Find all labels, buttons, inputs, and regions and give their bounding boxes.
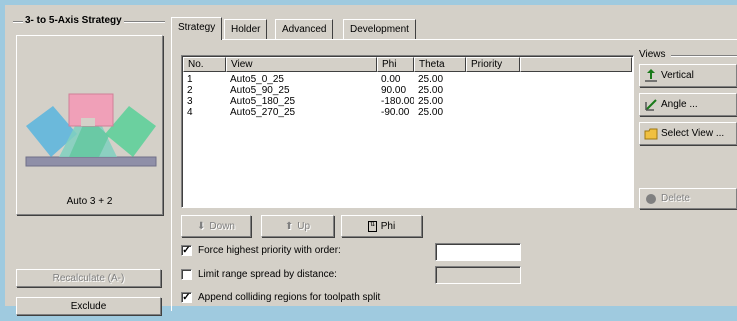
strategy-preview-button[interactable]: Auto 3 + 2 bbox=[16, 35, 163, 215]
views-list-header: No. View Phi Theta Priority bbox=[183, 57, 632, 72]
tab-strategy[interactable]: Strategy bbox=[171, 17, 223, 40]
sort-icon: ⇅ bbox=[367, 220, 377, 232]
cell-no: 3 bbox=[187, 96, 193, 107]
limit-range-checkbox-row[interactable]: Limit range spread by distance: bbox=[181, 269, 337, 280]
delete-button-label: Delete bbox=[661, 193, 690, 204]
cell-phi: -180.00 bbox=[381, 96, 414, 107]
views-group-divider bbox=[671, 55, 737, 57]
column-header-filler bbox=[520, 57, 632, 72]
column-header-priority[interactable]: Priority bbox=[466, 57, 520, 72]
limit-range-input[interactable] bbox=[435, 266, 521, 284]
table-row[interactable]: 3 Auto5_180_25 -180.00 25.00 bbox=[183, 96, 520, 107]
limit-range-checkbox[interactable] bbox=[181, 269, 192, 280]
strategy-preview-label: Auto 3 + 2 bbox=[66, 196, 113, 207]
auto-3-2-preview-image bbox=[25, 93, 157, 167]
column-header-no[interactable]: No. bbox=[183, 57, 226, 72]
move-down-button[interactable]: ⬇ Down bbox=[181, 215, 251, 237]
cell-no: 1 bbox=[187, 74, 193, 85]
column-header-view[interactable]: View bbox=[226, 57, 377, 72]
append-colliding-checkbox-row[interactable]: ✓ Append colliding regions for toolpath … bbox=[181, 292, 380, 303]
cell-theta: 25.00 bbox=[418, 74, 444, 85]
cell-phi: 0.00 bbox=[381, 74, 401, 85]
views-group-title: Views bbox=[639, 49, 666, 60]
force-priority-label: Force highest priority with order: bbox=[198, 245, 341, 256]
cell-priority bbox=[466, 107, 520, 118]
exclude-button[interactable]: Exclude bbox=[16, 297, 161, 315]
cell-phi: -90.00 bbox=[381, 107, 410, 118]
table-row[interactable]: 2 Auto5_90_25 90.00 25.00 bbox=[183, 85, 520, 96]
cell-theta: 25.00 bbox=[418, 96, 444, 107]
arrow-down-icon: ⬇ bbox=[197, 220, 206, 232]
column-header-theta[interactable]: Theta bbox=[414, 57, 466, 72]
append-colliding-label: Append colliding regions for toolpath sp… bbox=[198, 292, 381, 303]
table-row[interactable]: 1 Auto5_0_25 0.00 25.00 bbox=[183, 74, 520, 85]
sort-phi-label: Phi bbox=[380, 220, 396, 232]
cell-priority bbox=[466, 96, 520, 107]
cell-priority bbox=[466, 74, 520, 85]
cell-priority bbox=[466, 85, 520, 96]
views-list[interactable]: No. View Phi Theta Priority 1 Auto5_0_25… bbox=[181, 55, 634, 208]
column-header-phi[interactable]: Phi bbox=[377, 57, 414, 72]
angle-icon bbox=[644, 98, 658, 112]
vertical-view-icon bbox=[644, 68, 658, 83]
cell-no: 2 bbox=[187, 85, 193, 96]
tab-development[interactable]: Development bbox=[343, 19, 416, 39]
force-priority-checkbox[interactable]: ✓ bbox=[181, 245, 192, 256]
folder-icon bbox=[644, 127, 658, 141]
recalculate-button[interactable]: Recalculate (A-) bbox=[16, 269, 161, 287]
select-view-button-label: Select View ... bbox=[661, 128, 725, 139]
force-priority-checkbox-row[interactable]: ✓ Force highest priority with order: bbox=[181, 245, 341, 256]
cell-view: Auto5_270_25 bbox=[230, 107, 296, 118]
cell-view: Auto5_90_25 bbox=[230, 85, 290, 96]
limit-range-label: Limit range spread by distance: bbox=[198, 269, 337, 280]
vertical-button-label: Vertical bbox=[661, 70, 694, 81]
delete-button[interactable]: Delete bbox=[639, 188, 737, 209]
select-view-button[interactable]: Select View ... bbox=[639, 122, 737, 145]
cell-view: Auto5_180_25 bbox=[230, 96, 296, 107]
angle-button-label: Angle ... bbox=[661, 99, 698, 110]
strategy-group-title: 3- to 5-Axis Strategy bbox=[23, 15, 124, 26]
cell-no: 4 bbox=[187, 107, 193, 118]
angle-button[interactable]: Angle ... bbox=[639, 93, 737, 116]
move-up-button[interactable]: ⬆ Up bbox=[261, 215, 334, 237]
arrow-up-icon: ⬆ bbox=[284, 220, 294, 232]
append-colliding-checkbox[interactable]: ✓ bbox=[181, 292, 192, 303]
strategy-group: 3- to 5-Axis Strategy Auto 3 + 2 Recalcu… bbox=[13, 15, 165, 321]
cell-phi: 90.00 bbox=[381, 85, 407, 96]
move-up-label: Up bbox=[297, 220, 311, 232]
force-priority-input[interactable] bbox=[435, 243, 521, 261]
tab-advanced[interactable]: Advanced bbox=[275, 19, 334, 39]
delete-icon bbox=[644, 192, 658, 206]
cell-theta: 25.00 bbox=[418, 107, 444, 118]
strategy-dialog: 3- to 5-Axis Strategy Auto 3 + 2 Recalcu… bbox=[0, 0, 737, 315]
tab-holder[interactable]: Holder bbox=[224, 19, 268, 39]
sort-phi-button[interactable]: ⇅ Phi bbox=[341, 215, 422, 237]
move-down-label: Down bbox=[209, 220, 235, 232]
cell-theta: 25.00 bbox=[418, 85, 444, 96]
table-row[interactable]: 4 Auto5_270_25 -90.00 25.00 bbox=[183, 107, 520, 118]
vertical-button[interactable]: Vertical bbox=[639, 64, 737, 87]
cell-view: Auto5_0_25 bbox=[230, 74, 284, 85]
